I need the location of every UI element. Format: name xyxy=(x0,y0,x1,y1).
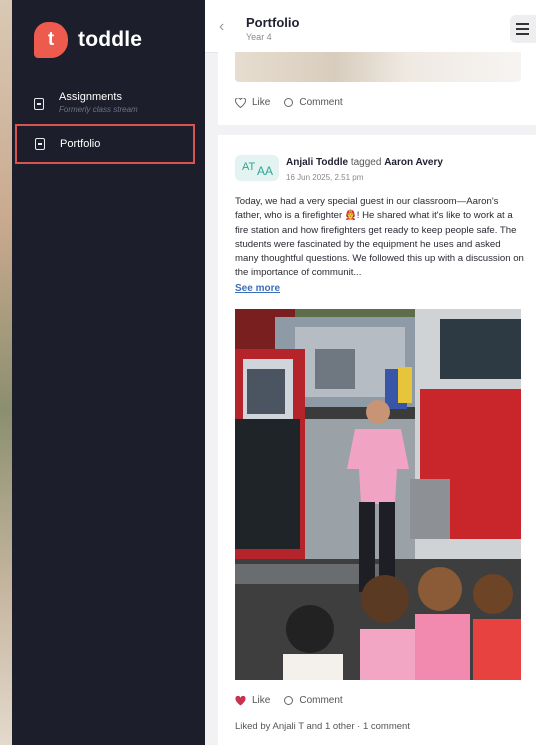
sidebar-item-label: Assignments xyxy=(59,91,122,103)
sidebar: t toddle Assignments Formerly class stre… xyxy=(12,0,205,745)
post-date: 16 Jun 2025, 2.51 pm xyxy=(286,173,364,182)
post-photo[interactable] xyxy=(235,52,521,82)
comment-label: Comment xyxy=(299,97,343,108)
comment-icon xyxy=(284,696,294,705)
like-button[interactable]: Like xyxy=(235,97,270,108)
likes-summary[interactable]: Liked by Anjali T and 1 other · 1 commen… xyxy=(235,721,410,732)
like-label: Like xyxy=(252,695,271,706)
hamburger-icon xyxy=(516,23,529,25)
hamburger-icon xyxy=(516,33,529,35)
see-more-link[interactable]: See more xyxy=(235,283,280,294)
logo-mark: t xyxy=(34,22,68,58)
post-author-line: Anjali Toddle tagged Aaron Avery xyxy=(286,157,443,168)
avatar-initials: AA xyxy=(257,164,274,178)
post-text: Today, we had a very special guest in ou… xyxy=(235,196,524,279)
page-subtitle: Year 4 xyxy=(246,32,272,42)
fire-truck-photo xyxy=(235,309,521,680)
author-name[interactable]: Anjali Toddle xyxy=(286,157,348,168)
portfolio-icon xyxy=(35,138,45,150)
post-photo[interactable] xyxy=(235,309,521,680)
comment-label: Comment xyxy=(299,695,343,706)
logo-text: toddle xyxy=(78,28,143,51)
post-actions: Like Comment xyxy=(235,695,357,706)
tagged-person[interactable]: Aaron Avery xyxy=(384,157,443,168)
comment-button[interactable]: Comment xyxy=(284,97,343,108)
tagged-text: tagged xyxy=(350,157,382,168)
like-label: Like xyxy=(252,97,271,108)
post-card: AT AA Anjali Toddle tagged Aaron Avery 1… xyxy=(218,135,536,745)
sidebar-item-sublabel: Formerly class stream xyxy=(59,105,138,114)
app-logo[interactable]: t toddle xyxy=(34,22,142,58)
comment-icon xyxy=(284,98,294,107)
sidebar-item-portfolio[interactable]: Portfolio xyxy=(15,124,195,164)
back-chevron-icon[interactable]: ‹ xyxy=(219,18,224,36)
menu-button[interactable] xyxy=(510,15,536,43)
like-button[interactable]: Like xyxy=(235,695,270,706)
heart-icon xyxy=(235,97,246,108)
post-card: Like Comment xyxy=(218,52,536,125)
heart-filled-icon xyxy=(235,695,246,706)
clipboard-icon xyxy=(34,98,44,110)
sidebar-item-assignments[interactable]: Assignments Formerly class stream xyxy=(12,91,205,114)
avatar[interactable]: AT AA xyxy=(235,155,279,181)
avatar-initials: AT xyxy=(242,161,256,173)
sidebar-item-label: Portfolio xyxy=(60,138,101,150)
page-header: ‹ Portfolio Year 4 xyxy=(205,0,536,53)
backdrop-strip xyxy=(0,0,12,745)
page-title: Portfolio xyxy=(246,15,300,30)
comment-button[interactable]: Comment xyxy=(284,695,343,706)
hamburger-icon xyxy=(516,28,529,30)
